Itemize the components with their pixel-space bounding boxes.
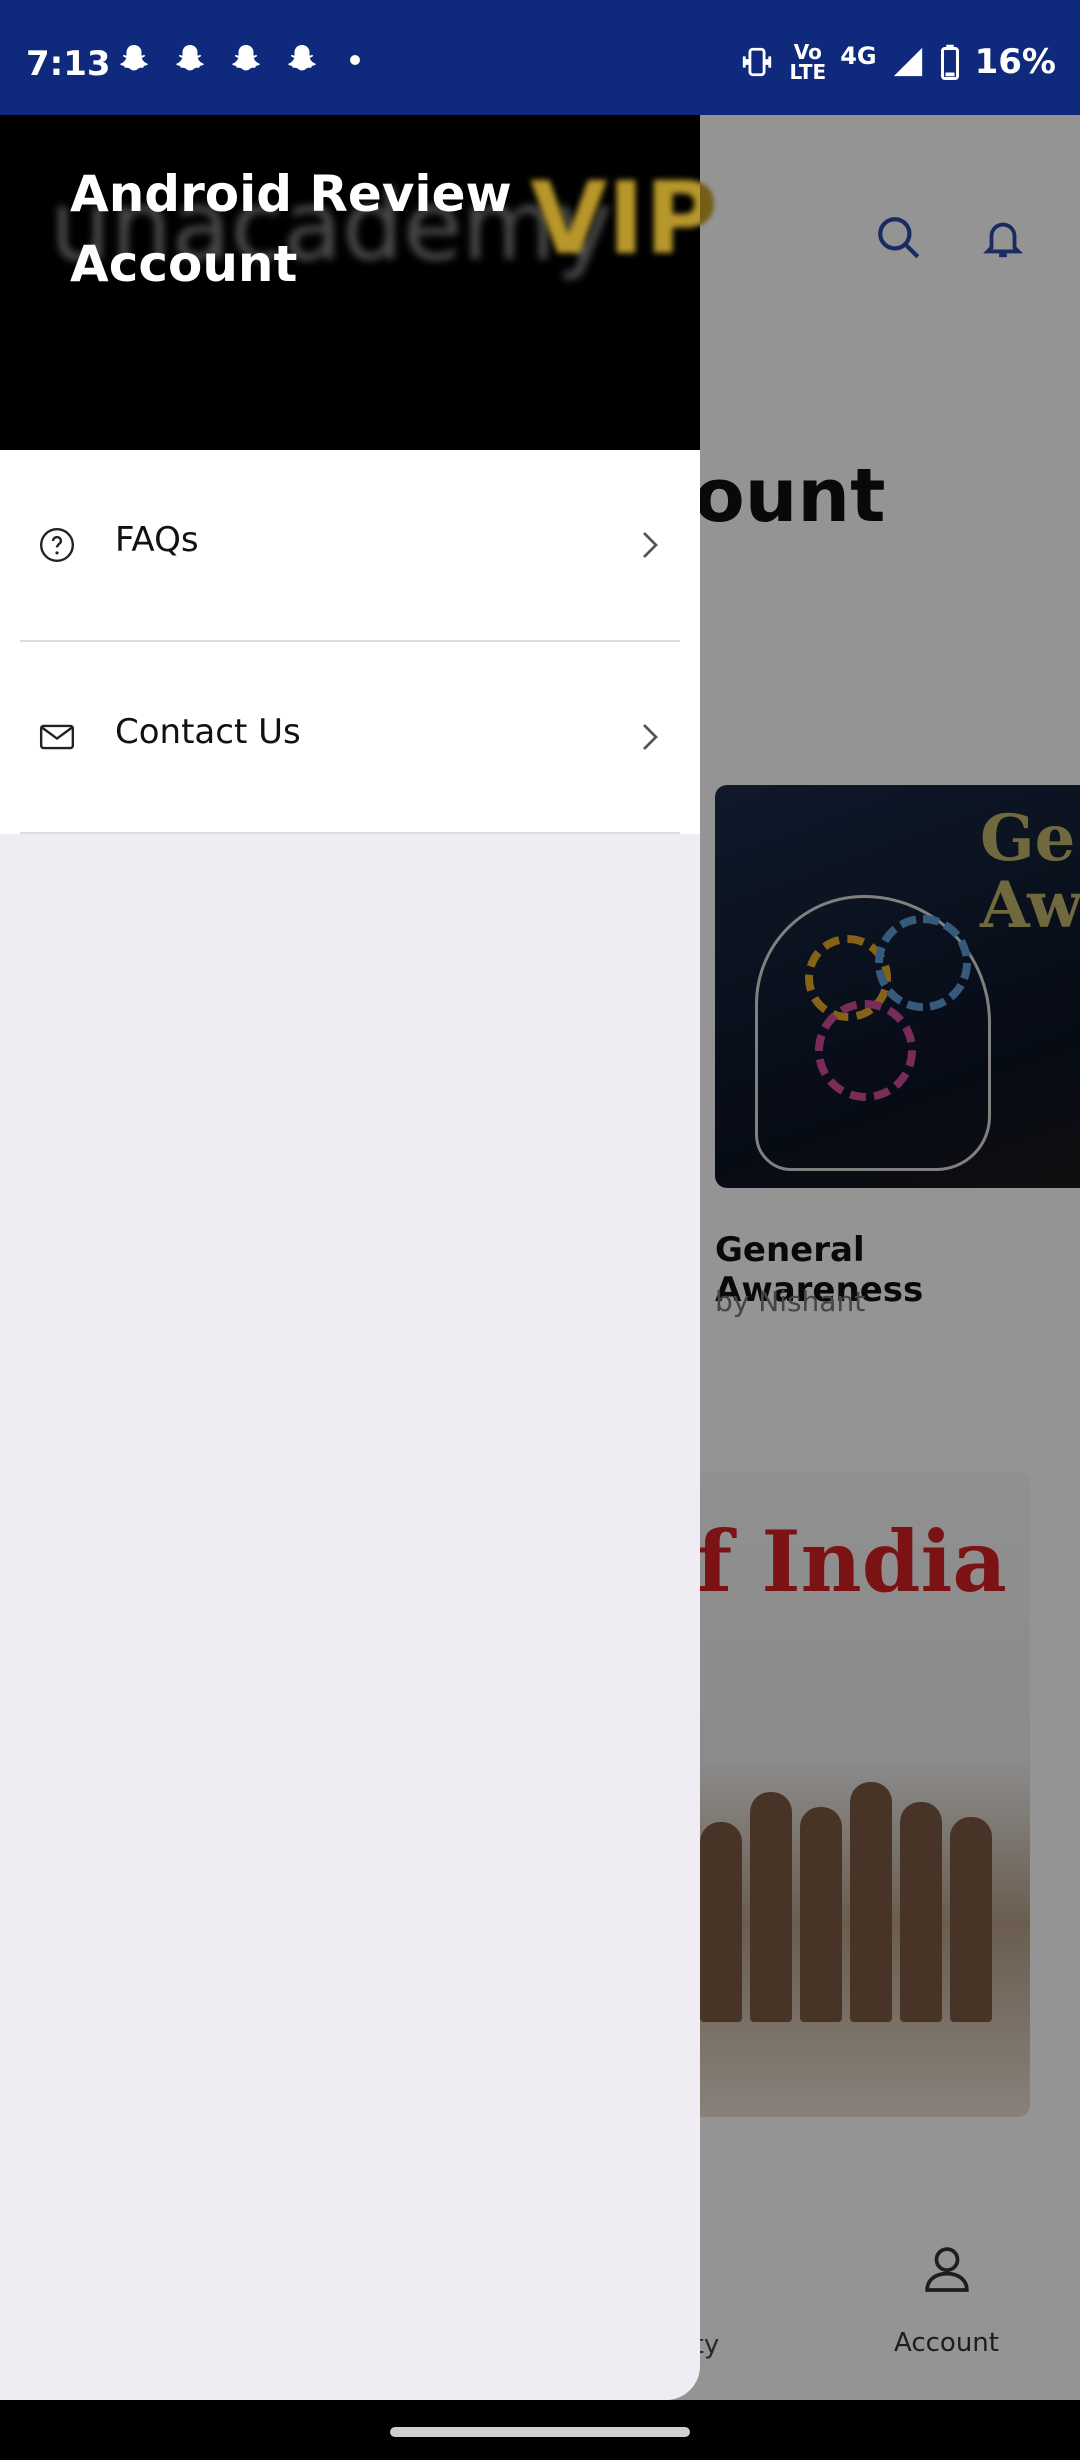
drawer-menu: FAQs Contact Us [0, 450, 700, 834]
snapchat-icon [176, 45, 204, 71]
status-right: Vo LTE 4G 16% [739, 42, 1056, 82]
home-indicator[interactable] [390, 2427, 690, 2437]
vibrate-icon [743, 47, 772, 77]
more-dot-icon [350, 55, 360, 65]
menu-item-faqs[interactable]: FAQs [0, 450, 700, 640]
divider [20, 832, 680, 834]
chevron-right-icon [643, 724, 658, 750]
status-bar: 7:13 Vo LTE 4G 16% [0, 0, 1080, 115]
drawer-header: unacademy VIP Android Review Account [0, 115, 700, 450]
volte-indicator: Vo LTE [789, 40, 827, 84]
notification-icons [116, 42, 360, 78]
gesture-bar [0, 2400, 1080, 2460]
mail-icon [39, 724, 75, 750]
menu-item-contact-us[interactable]: Contact Us [0, 642, 700, 832]
battery-icon [940, 44, 959, 80]
menu-item-label: Contact Us [115, 712, 301, 752]
user-name: Android Review Account [70, 165, 512, 293]
navigation-drawer: unacademy VIP Android Review Account FAQ… [0, 115, 700, 2400]
help-circle-icon [39, 527, 75, 563]
snapchat-icon [288, 45, 316, 71]
chevron-right-icon [643, 532, 658, 558]
snapchat-icon [120, 45, 148, 71]
menu-item-label: FAQs [115, 520, 199, 560]
snapchat-icon [232, 45, 260, 71]
network-type: 4G [840, 42, 877, 70]
status-time: 7:13 [26, 44, 111, 84]
battery-percent: 16% [974, 42, 1056, 82]
signal-icon [893, 47, 922, 77]
